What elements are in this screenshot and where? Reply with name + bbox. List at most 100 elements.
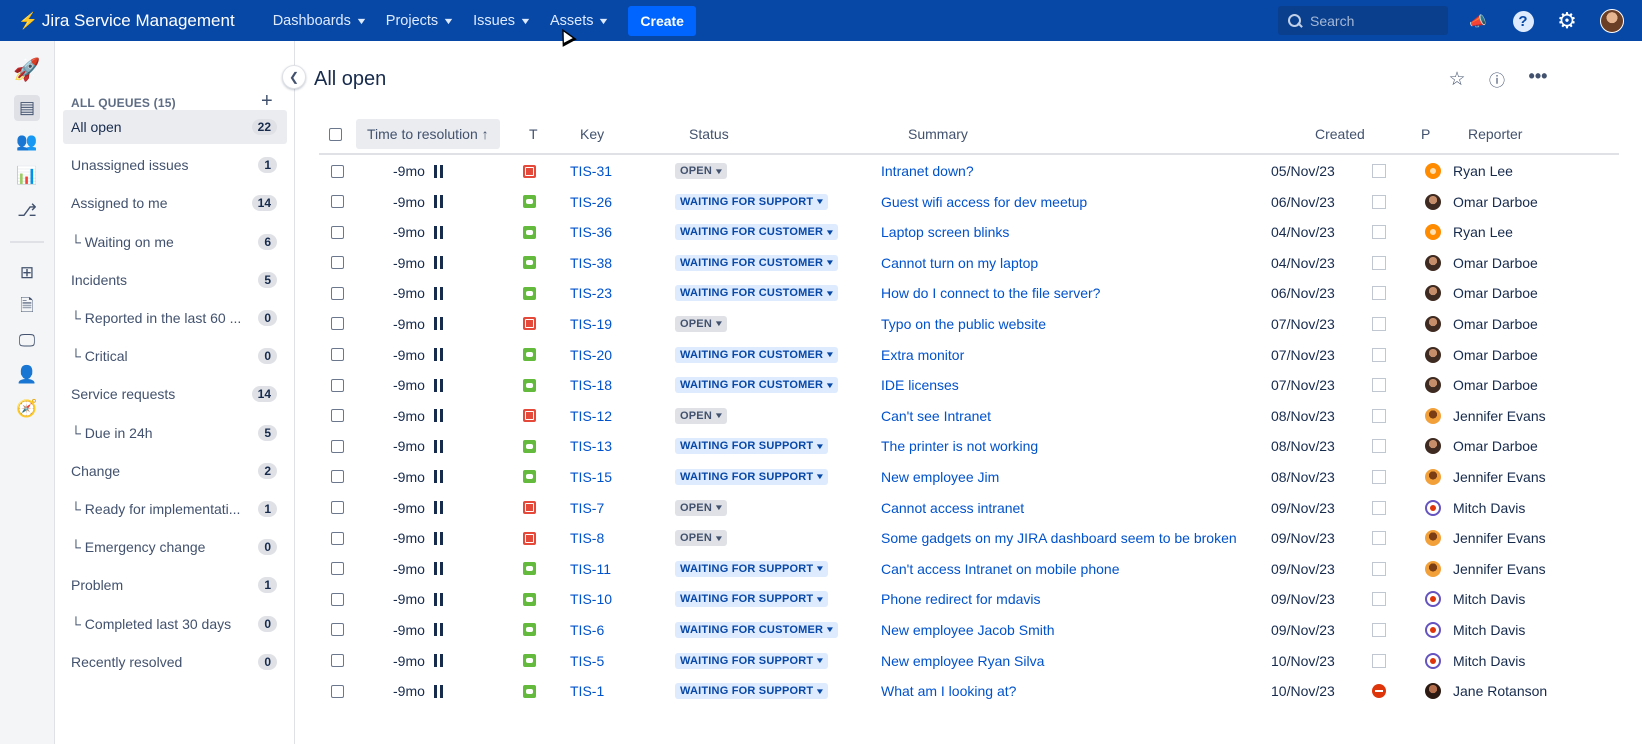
issue-summary-link[interactable]: Can't see Intranet	[881, 400, 991, 432]
status-lozenge[interactable]: OPEN ▼	[675, 308, 728, 340]
help-icon[interactable]: ?	[1511, 9, 1535, 33]
status-lozenge[interactable]: OPEN ▼	[675, 155, 728, 187]
column-time-to-resolution[interactable]: Time to resolution ↑	[356, 119, 500, 149]
issue-key-link[interactable]: TIS-20	[570, 339, 612, 371]
issue-key-link[interactable]: TIS-31	[570, 155, 612, 187]
reporter[interactable]: Omar Darboe	[1425, 247, 1538, 279]
nav-assets[interactable]: Assets ▼	[550, 13, 610, 29]
select-all-checkbox[interactable]	[329, 119, 342, 149]
info-icon[interactable]: ⓘ	[1484, 66, 1510, 92]
queue-item[interactable]: └ Due in 24h 5	[63, 416, 287, 450]
row-checkbox[interactable]	[331, 186, 344, 218]
table-row[interactable]: -9mo TIS-19 OPEN ▼ Typo on the public websit…	[319, 308, 1619, 339]
issue-summary-link[interactable]: IDE licenses	[881, 369, 959, 401]
queue-item[interactable]: └ Emergency change 0	[63, 530, 287, 564]
compass-icon[interactable]: 🧭	[14, 396, 40, 422]
issue-summary-link[interactable]: The printer is not working	[881, 430, 1038, 462]
column-priority[interactable]: P	[1421, 119, 1430, 149]
table-row[interactable]: -9mo TIS-5 WAITING FOR SUPPORT ▼ New employe…	[319, 645, 1619, 676]
reporter[interactable]: Ryan Lee	[1425, 216, 1513, 248]
issue-key-link[interactable]: TIS-36	[570, 216, 612, 248]
queue-item[interactable]: Recently resolved 0	[63, 645, 287, 679]
queue-item[interactable]: └ Reported in the last 60 ... 0	[63, 301, 287, 335]
queue-item[interactable]: └ Waiting on me 6	[63, 225, 287, 259]
status-lozenge[interactable]: WAITING FOR CUSTOMER ▼	[675, 247, 839, 279]
status-lozenge[interactable]: OPEN ▼	[675, 522, 728, 554]
status-lozenge[interactable]: OPEN ▼	[675, 400, 728, 432]
issue-key-link[interactable]: TIS-11	[570, 553, 611, 585]
nav-projects[interactable]: Projects ▼	[386, 13, 455, 29]
row-checkbox[interactable]	[331, 216, 344, 248]
row-checkbox[interactable]	[331, 461, 344, 493]
queue-item[interactable]: Service requests 14	[63, 377, 287, 411]
table-row[interactable]: -9mo TIS-20 WAITING FOR CUSTOMER ▼ Extra mon…	[319, 339, 1619, 370]
issue-key-link[interactable]: TIS-7	[570, 492, 604, 524]
queue-item[interactable]: Problem 1	[63, 568, 287, 602]
column-status[interactable]: Status	[689, 119, 729, 149]
reporter[interactable]: Jennifer Evans	[1425, 522, 1546, 554]
issue-summary-link[interactable]: Some gadgets on my JIRA dashboard seem t…	[881, 522, 1237, 554]
column-key[interactable]: Key	[580, 119, 604, 149]
reporter[interactable]: Omar Darboe	[1425, 369, 1538, 401]
column-type[interactable]: T	[529, 119, 538, 149]
more-actions-icon[interactable]: •••	[1525, 63, 1551, 89]
table-row[interactable]: -9mo TIS-1 WAITING FOR SUPPORT ▼ What am I l…	[319, 675, 1619, 706]
monitor-icon[interactable]: 🖵	[14, 328, 40, 354]
issue-summary-link[interactable]: Extra monitor	[881, 339, 964, 371]
nav-dashboards[interactable]: Dashboards ▼	[273, 13, 368, 29]
queue-item[interactable]: All open 22	[63, 110, 287, 144]
queue-item[interactable]: └ Ready for implementati... 1	[63, 492, 287, 526]
row-checkbox[interactable]	[331, 430, 344, 462]
queues-icon[interactable]: ▤	[14, 95, 40, 121]
issue-summary-link[interactable]: Laptop screen blinks	[881, 216, 1009, 248]
issue-summary-link[interactable]: Intranet down?	[881, 155, 974, 187]
reporter[interactable]: Omar Darboe	[1425, 277, 1538, 309]
status-lozenge[interactable]: WAITING FOR CUSTOMER ▼	[675, 339, 839, 371]
row-checkbox[interactable]	[331, 369, 344, 401]
table-row[interactable]: -9mo TIS-36 WAITING FOR CUSTOMER ▼ Laptop sc…	[319, 216, 1619, 247]
issue-summary-link[interactable]: How do I connect to the file server?	[881, 277, 1100, 309]
issue-summary-link[interactable]: New employee Jacob Smith	[881, 614, 1055, 646]
nav-issues[interactable]: Issues ▼	[473, 13, 532, 29]
reporter[interactable]: Mitch Davis	[1425, 583, 1525, 615]
status-lozenge[interactable]: WAITING FOR CUSTOMER ▼	[675, 216, 839, 248]
issue-key-link[interactable]: TIS-15	[570, 461, 612, 493]
status-lozenge[interactable]: OPEN ▼	[675, 492, 728, 524]
table-row[interactable]: -9mo TIS-12 OPEN ▼ Can't see Intranet 08/Nov/…	[319, 400, 1619, 431]
product-logo[interactable]: ⚡ Jira Service Management	[18, 11, 235, 31]
avatar[interactable]	[1600, 9, 1624, 33]
reporter[interactable]: Omar Darboe	[1425, 339, 1538, 371]
project-avatar-icon[interactable]: 🚀	[13, 57, 40, 83]
issue-summary-link[interactable]: Phone redirect for mdavis	[881, 583, 1041, 615]
row-checkbox[interactable]	[331, 155, 344, 187]
row-checkbox[interactable]	[331, 583, 344, 615]
status-lozenge[interactable]: WAITING FOR CUSTOMER ▼	[675, 369, 839, 401]
reports-icon[interactable]: 📊	[14, 163, 40, 189]
reporter[interactable]: Jennifer Evans	[1425, 553, 1546, 585]
reporter[interactable]: Mitch Davis	[1425, 614, 1525, 646]
reporter[interactable]: Mitch Davis	[1425, 645, 1525, 677]
issue-summary-link[interactable]: Cannot access intranet	[881, 492, 1024, 524]
reporter[interactable]: Jane Rotanson	[1425, 675, 1547, 707]
row-checkbox[interactable]	[331, 339, 344, 371]
status-lozenge[interactable]: WAITING FOR SUPPORT ▼	[675, 675, 829, 707]
issue-summary-link[interactable]: Typo on the public website	[881, 308, 1046, 340]
queue-item[interactable]: └ Critical 0	[63, 339, 287, 373]
issue-key-link[interactable]: TIS-1	[570, 675, 604, 707]
gear-icon[interactable]: ⚙	[1555, 8, 1579, 33]
row-checkbox[interactable]	[331, 553, 344, 585]
column-reporter[interactable]: Reporter	[1468, 119, 1522, 149]
table-row[interactable]: -9mo TIS-26 WAITING FOR SUPPORT ▼ Guest wifi…	[319, 186, 1619, 217]
queue-item[interactable]: Incidents 5	[63, 263, 287, 297]
issue-summary-link[interactable]: Cannot turn on my laptop	[881, 247, 1038, 279]
issue-key-link[interactable]: TIS-26	[570, 186, 612, 218]
row-checkbox[interactable]	[331, 614, 344, 646]
queue-item[interactable]: Unassigned issues 1	[63, 148, 287, 182]
table-row[interactable]: -9mo TIS-11 WAITING FOR SUPPORT ▼ Can't acce…	[319, 553, 1619, 584]
reporter[interactable]: Mitch Davis	[1425, 492, 1525, 524]
reporter[interactable]: Jennifer Evans	[1425, 461, 1546, 493]
table-row[interactable]: -9mo TIS-18 WAITING FOR CUSTOMER ▼ IDE licen…	[319, 369, 1619, 400]
queue-item[interactable]: └ Completed last 30 days 0	[63, 607, 287, 641]
table-row[interactable]: -9mo TIS-23 WAITING FOR CUSTOMER ▼ How do I …	[319, 277, 1619, 308]
issue-key-link[interactable]: TIS-23	[570, 277, 612, 309]
